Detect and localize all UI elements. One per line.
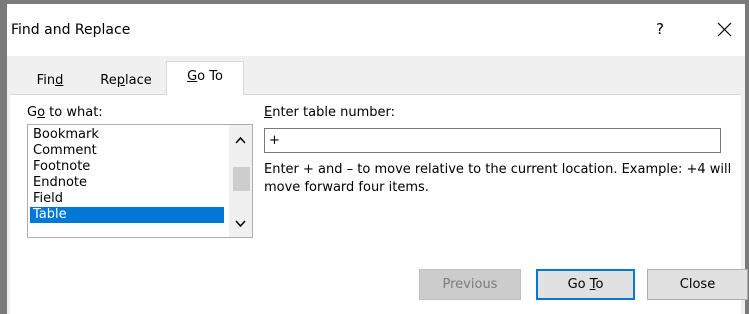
previous-button[interactable]: Previous <box>419 269 521 300</box>
chevron-down-icon <box>235 220 246 228</box>
table-number-label: Enter table number: <box>264 105 395 120</box>
list-item-field[interactable]: Field <box>30 191 224 207</box>
table-number-input[interactable] <box>264 128 721 153</box>
scroll-thumb[interactable] <box>233 167 250 191</box>
close-icon <box>717 22 732 37</box>
goto-panel: Go to what: Bookmark Comment Footnote En… <box>10 95 748 314</box>
list-item-comment[interactable]: Comment <box>30 143 224 159</box>
scroll-down-button[interactable] <box>229 213 252 233</box>
list-item-bookmark[interactable]: Bookmark <box>30 127 224 143</box>
list-item-endnote[interactable]: Endnote <box>30 175 224 191</box>
help-text: Enter + and – to move relative to the cu… <box>264 162 732 195</box>
scroll-up-button[interactable] <box>229 131 252 151</box>
goto-what-label: Go to what: <box>27 105 103 120</box>
list-item-footnote[interactable]: Footnote <box>30 159 224 175</box>
listbox-scrollbar[interactable] <box>229 125 252 237</box>
goto-what-listbox[interactable]: Bookmark Comment Footnote Endnote Field … <box>27 124 253 238</box>
help-button[interactable]: ? <box>650 17 670 41</box>
goto-button[interactable]: Go To <box>536 269 635 300</box>
tab-find[interactable]: Find <box>20 68 80 94</box>
list-item-table[interactable]: Table <box>30 207 224 223</box>
close-window-button[interactable] <box>709 17 739 43</box>
tab-replace[interactable]: Replace <box>89 68 163 94</box>
find-replace-dialog: Find and Replace ? Find Replace Go To Go… <box>0 0 749 314</box>
tab-goto[interactable]: Go To <box>166 61 244 95</box>
dialog-title: Find and Replace <box>11 22 131 38</box>
chevron-up-icon <box>235 136 246 144</box>
title-bar: Find and Replace ? <box>7 4 745 56</box>
close-button[interactable]: Close <box>647 269 748 300</box>
